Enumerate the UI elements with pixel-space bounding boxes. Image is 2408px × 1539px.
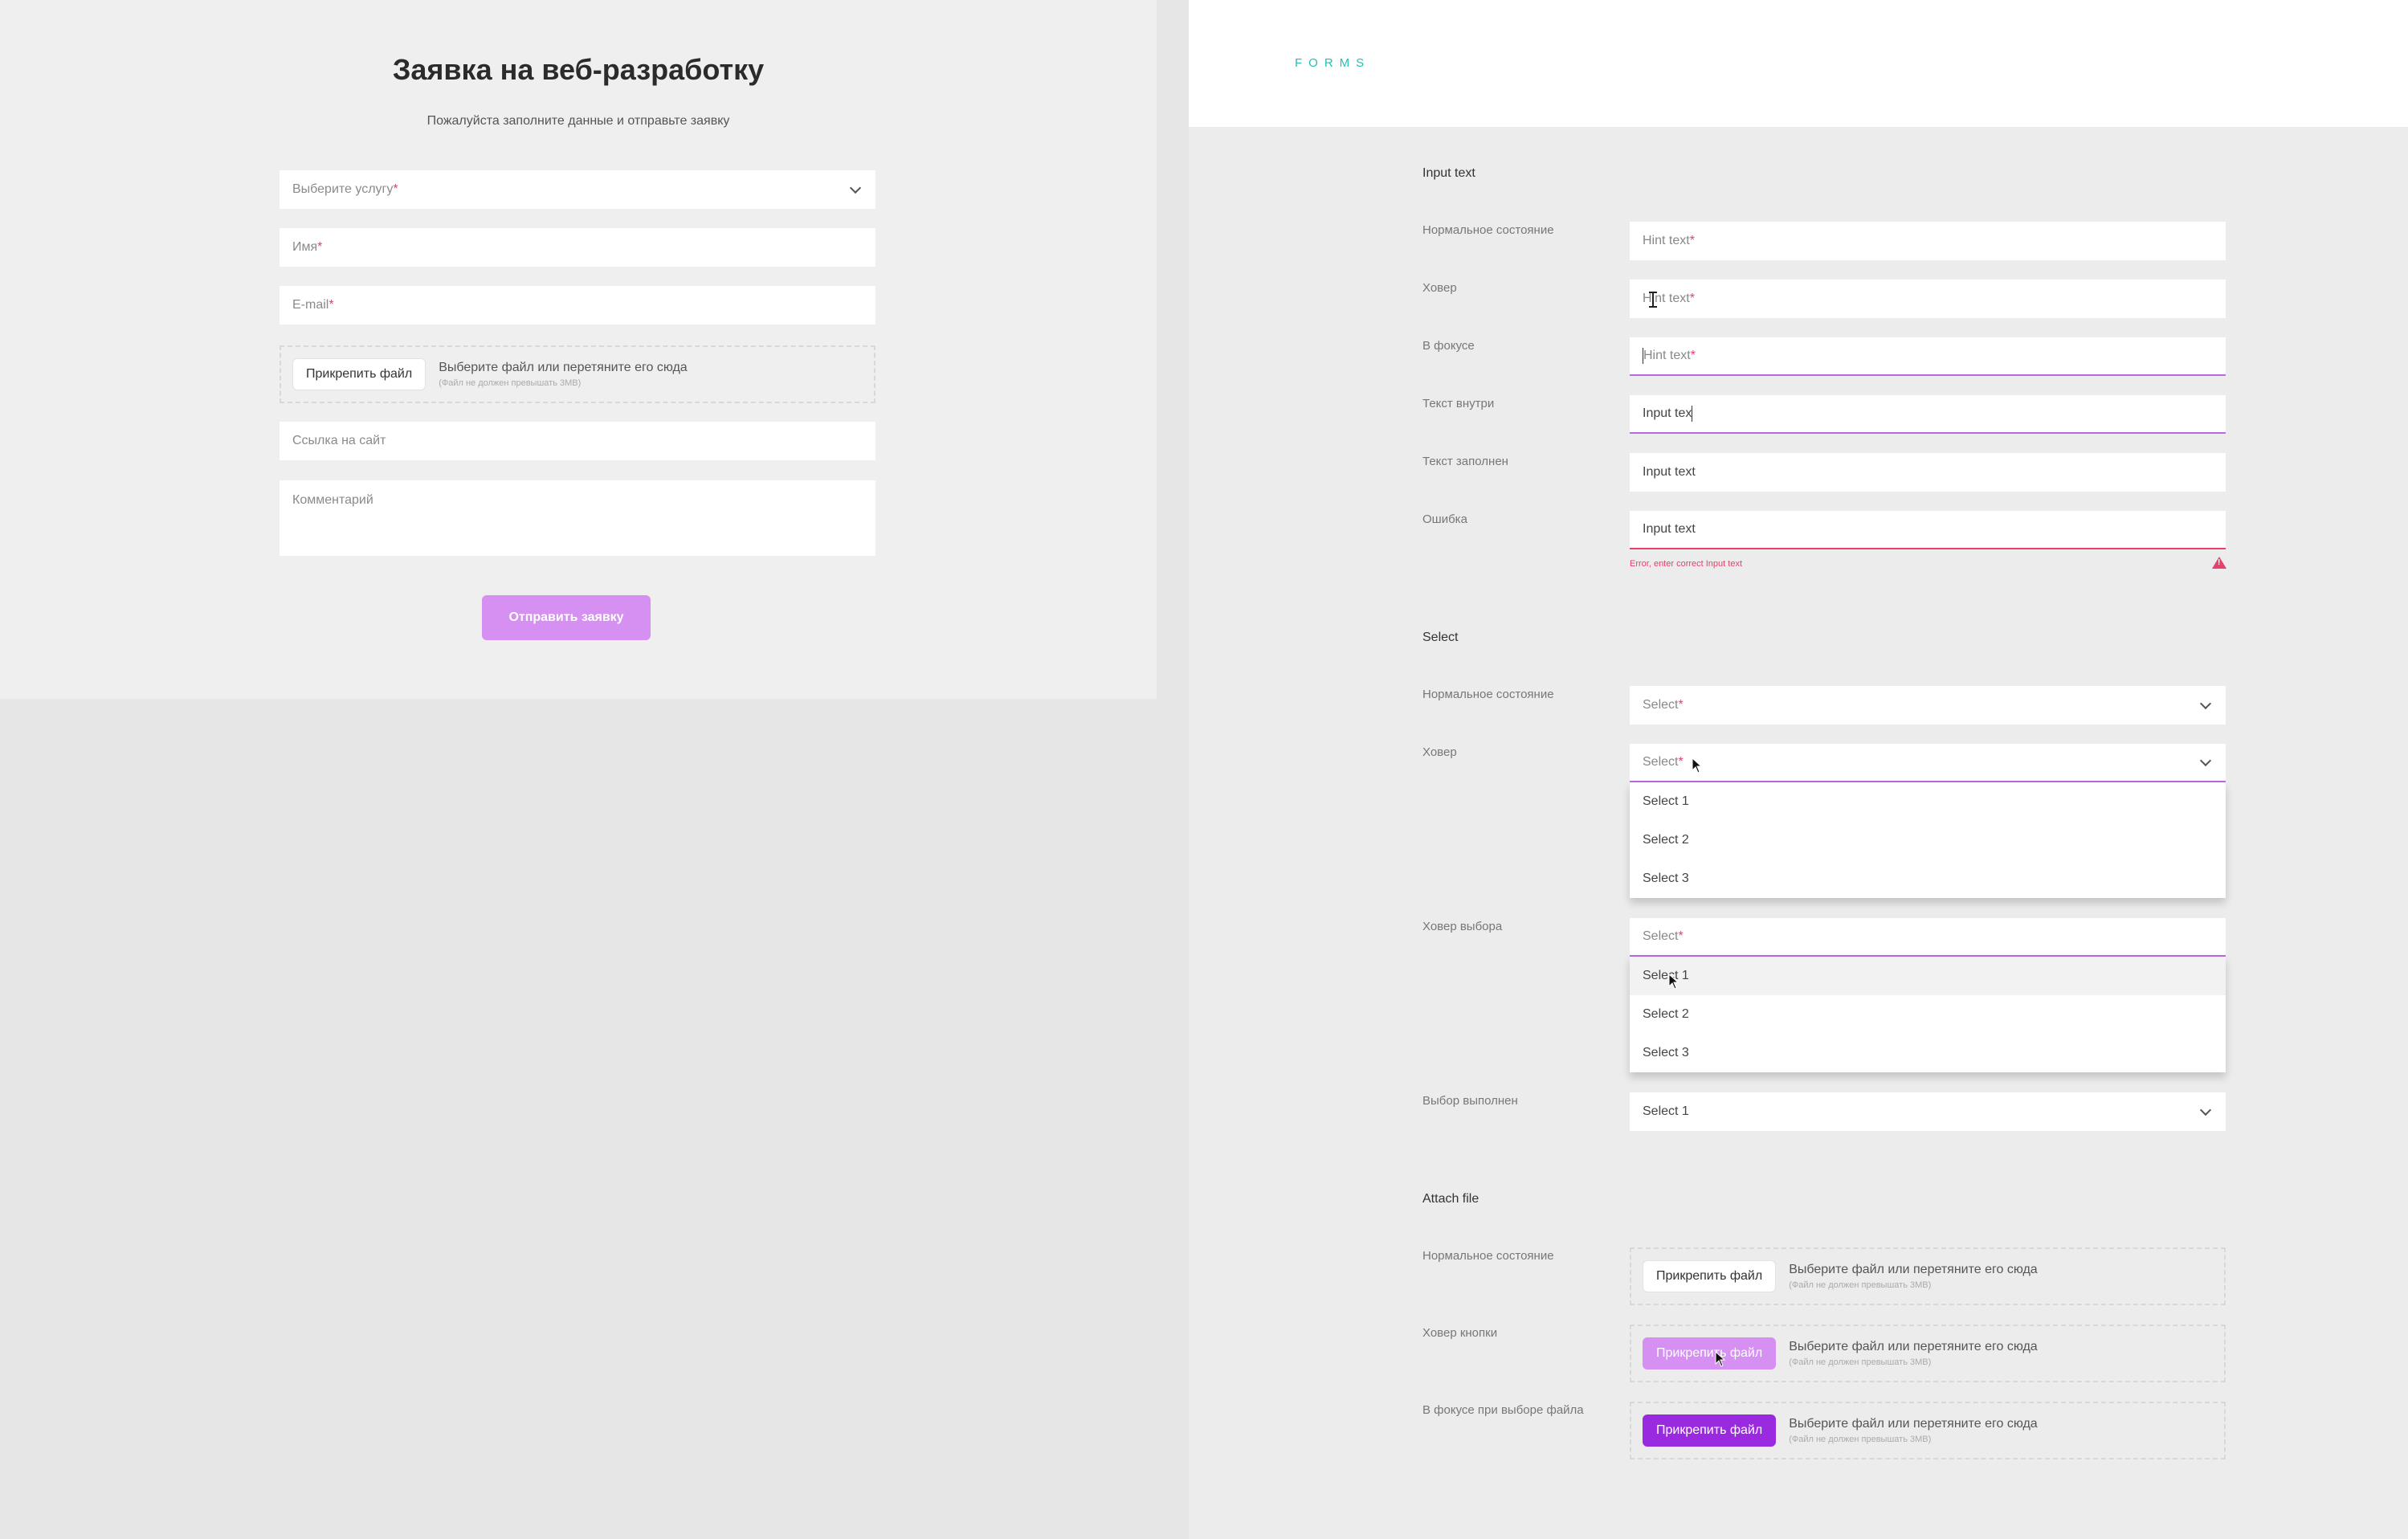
required-mark: * [1678,698,1684,712]
dropzone-hint: (Файл не должен превышать 3MB) [1789,1280,1932,1290]
row-label: Выбор выполнен [1422,1094,1518,1108]
chevron-down-icon [2199,697,2212,710]
dropzone-hint: (Файл не должен превышать 3MB) [1789,1357,1932,1367]
row-label: Ховер выбора [1422,920,1503,933]
select-option[interactable]: Select 2 [1630,821,2226,859]
required-mark: * [1689,292,1695,305]
site-link-input[interactable]: Ссылка на сайт [280,422,875,460]
file-dropzone[interactable]: Прикрепить файл Выберите файл или перетя… [280,345,875,403]
select-placeholder: Select [1643,755,1679,769]
comment-textarea[interactable]: Комментарий [280,480,875,556]
dropzone-text: Выберите файл или перетяните его сюда [1789,1417,2038,1431]
required-mark: * [1678,929,1684,943]
error-message: Error, enter correct Input text [1630,559,1743,569]
input-error[interactable]: Input text [1630,511,2226,549]
required-mark: * [1689,234,1695,247]
row-label: Ховер [1422,745,1457,759]
row-label: Текст внутри [1422,397,1495,410]
guide-header [1189,0,2408,127]
form-title: Заявка на веб-разработку [392,53,765,86]
file-dropzone-focus[interactable]: Прикрепить файл Выберите файл или перетя… [1630,1402,2226,1459]
dropzone-text: Выберите файл или перетяните его сюда [439,361,688,374]
select-done[interactable]: Select 1 [1630,1092,2226,1131]
required-mark: * [1678,755,1684,769]
warning-icon [2212,557,2226,569]
select-placeholder: Select [1643,698,1679,712]
required-mark: * [317,240,323,254]
submit-button[interactable]: Отправить заявку [482,595,651,640]
application-form-panel: Заявка на веб-разработку Пожалуйста запо… [0,0,1157,699]
select-value: Select 1 [1643,1104,1689,1118]
row-label: Нормальное состояние [1422,223,1554,237]
forms-label: FORMS [1295,56,1371,70]
name-input[interactable]: Имя * [280,228,875,267]
row-label: В фокусе при выборе файла [1422,1403,1584,1417]
input-focus[interactable]: Hint text * [1630,337,2226,376]
input-normal[interactable]: Hint text * [1630,222,2226,260]
row-label: Нормальное состояние [1422,688,1554,701]
dropzone-hint: (Файл не должен превышать 3MB) [439,378,582,388]
file-dropzone-normal[interactable]: Прикрепить файл Выберите файл или перетя… [1630,1247,2226,1305]
select-hover[interactable]: Select * [1630,744,2226,782]
select-placeholder: Select [1643,929,1679,943]
input-filled[interactable]: Input text [1630,453,2226,492]
input-value: Input text [1643,522,1696,536]
input-value: Input text [1643,465,1696,479]
input-typing[interactable]: Input tex [1630,395,2226,434]
select-option-hover[interactable]: Select * [1630,918,2226,957]
section-title-attach: Attach file [1422,1192,1479,1206]
comment-placeholder: Комментарий [292,493,373,507]
attach-file-button[interactable]: Прикрепить файл [292,358,427,390]
input-placeholder: Hint text [1643,349,1691,362]
select-dropdown: Select 1 Select 2 Select 3 [1630,782,2226,898]
row-label: Ошибка [1422,512,1467,526]
select-option[interactable]: Select 1 [1630,957,2226,995]
row-label: Нормальное состояние [1422,1249,1554,1263]
site-link-placeholder: Ссылка на сайт [292,434,386,447]
row-label: Ховер кнопки [1422,1326,1498,1340]
row-label: Текст заполнен [1422,455,1508,468]
select-option[interactable]: Select 1 [1630,782,2226,821]
section-title-select: Select [1422,631,1459,644]
text-cursor-icon [1649,292,1657,308]
chevron-down-icon [849,182,862,194]
select-normal[interactable]: Select * [1630,686,2226,725]
row-label: В фокусе [1422,339,1475,353]
email-input-placeholder: E-mail [292,298,329,312]
select-option[interactable]: Select 3 [1630,1034,2226,1072]
required-mark: * [393,182,398,196]
attach-file-button[interactable]: Прикрепить файл [1643,1260,1777,1292]
dropzone-hint: (Файл не должен превышать 3MB) [1789,1435,1932,1444]
email-input[interactable]: E-mail * [280,286,875,325]
attach-file-button[interactable]: Прикрепить файл [1643,1414,1777,1447]
input-hover[interactable]: Hint text * [1630,280,2226,318]
service-select-placeholder: Выберите услугу [292,182,394,196]
input-value: Input tex [1643,406,1692,420]
row-label: Ховер [1422,281,1457,295]
select-option[interactable]: Select 2 [1630,995,2226,1034]
required-mark: * [329,298,334,312]
chevron-down-icon [2199,754,2212,767]
chevron-down-icon [2199,1104,2212,1116]
required-mark: * [1690,349,1696,362]
dropzone-text: Выберите файл или перетяните его сюда [1789,1340,2038,1353]
select-option[interactable]: Select 3 [1630,859,2226,898]
select-dropdown: Select 1 Select 2 Select 3 [1630,957,2226,1072]
name-input-placeholder: Имя [292,240,318,254]
dropzone-text: Выберите файл или перетяните его сюда [1789,1263,2038,1276]
input-placeholder: Hint text [1643,234,1690,247]
attach-file-button[interactable]: Прикрепить файл [1643,1337,1777,1370]
section-title-input: Input text [1422,166,1475,180]
form-subtitle: Пожалуйста заполните данные и отправьте … [427,114,730,128]
service-select[interactable]: Выберите услугу * [280,170,875,209]
